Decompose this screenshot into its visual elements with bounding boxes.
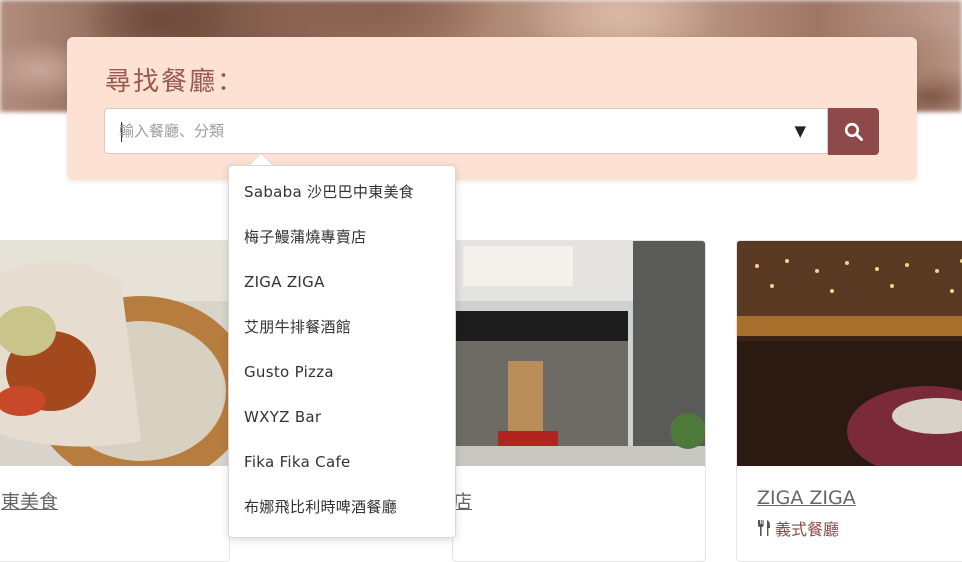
suggestion-item[interactable]: 艾朋牛排餐酒館 <box>229 305 455 350</box>
restaurant-card[interactable]: ZIGA ZIGA 義式餐廳 <box>736 240 962 562</box>
suggestion-item[interactable]: Fika Fika Cafe <box>229 440 455 485</box>
chevron-down-icon[interactable]: ▼ <box>794 122 806 140</box>
utensils-icon <box>758 520 770 536</box>
restaurant-card[interactable]: 店 <box>452 240 706 562</box>
search-panel: 尋找餐廳： ▼ <box>67 37 917 180</box>
card-image[interactable] <box>453 241 705 466</box>
card-title[interactable]: 東美食 <box>1 487 58 514</box>
suggestion-list: Sababa 沙巴巴中東美食 梅子鰻蒲燒專賣店 ZIGA ZIGA 艾朋牛排餐酒… <box>228 165 456 538</box>
search-input[interactable] <box>119 109 769 153</box>
suggestion-item[interactable]: WXYZ Bar <box>229 395 455 440</box>
suggestion-item[interactable]: 梅子鰻蒲燒專賣店 <box>229 215 455 260</box>
card-title[interactable]: ZIGA ZIGA <box>757 487 856 509</box>
card-category-label: 義式餐廳 <box>775 520 840 539</box>
card-image[interactable] <box>0 241 229 466</box>
suggestion-item[interactable]: 布娜飛比利時啤酒餐廳 <box>229 485 455 530</box>
search-title: 尋找餐廳： <box>105 67 246 97</box>
suggestion-item[interactable]: Sababa 沙巴巴中東美食 <box>229 170 455 215</box>
search-icon <box>844 122 863 141</box>
suggestion-pointer <box>250 154 272 165</box>
card-category: 義式餐廳 <box>757 516 839 540</box>
search-box[interactable]: ▼ <box>104 108 828 154</box>
restaurant-card[interactable]: 東美食 <box>0 240 230 562</box>
suggestion-item[interactable]: ZIGA ZIGA <box>229 260 455 305</box>
search-button[interactable] <box>828 108 879 155</box>
suggestion-item[interactable]: Gusto Pizza <box>229 350 455 395</box>
card-image[interactable] <box>737 241 962 466</box>
